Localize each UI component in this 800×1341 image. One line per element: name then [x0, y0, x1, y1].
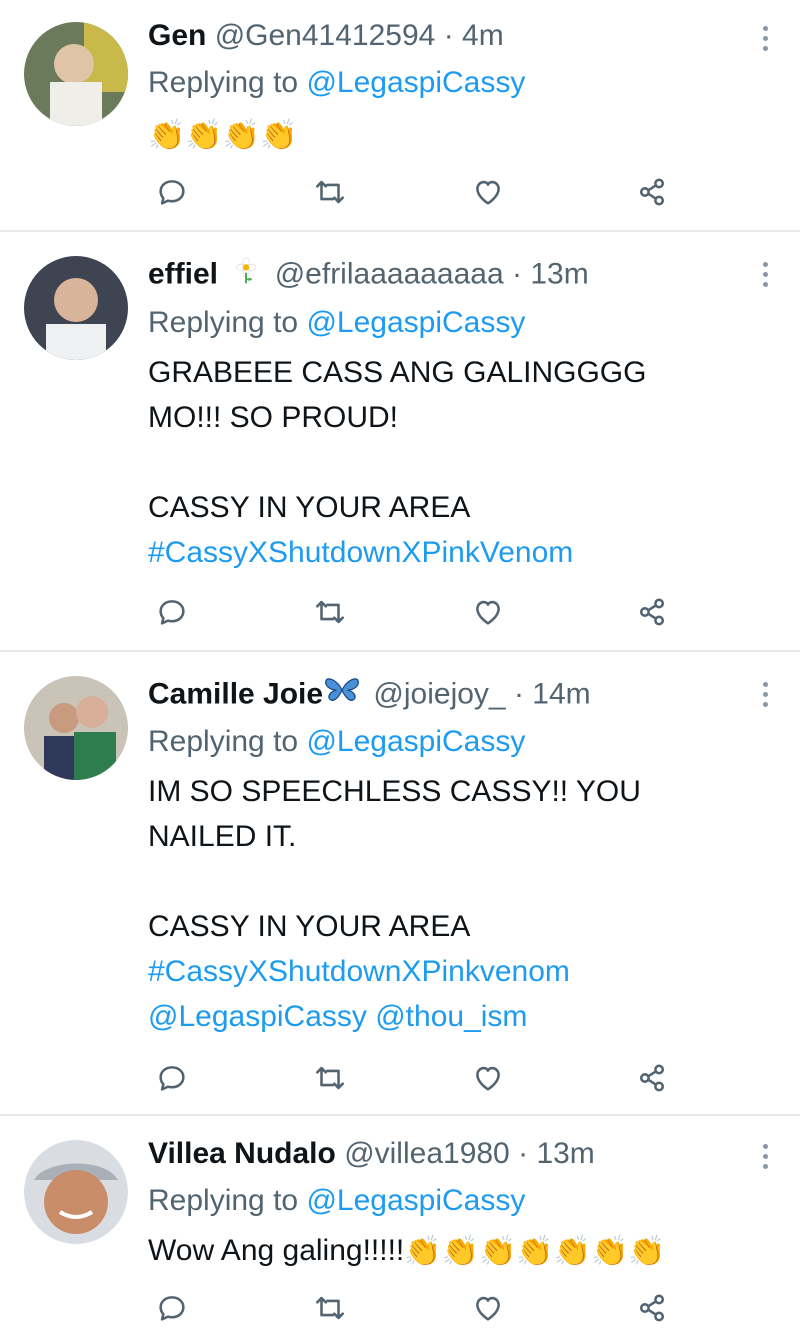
clapping-emoji: 👏👏👏👏: [148, 119, 298, 153]
tweet-header: Camille Joie @joiejoy_ · 14m: [148, 674, 591, 717]
tweet-header: effiel @efrilaaaaaaaaa · 13m: [148, 254, 589, 297]
user-handle[interactable]: @villea1980: [344, 1137, 510, 1170]
timestamp[interactable]: 4m: [462, 19, 504, 52]
tweet-villea-nudalo[interactable]: Villea Nudalo @villea1980 · 13m Replying…: [0, 1116, 800, 1341]
body-line: MO!!! SO PROUD!: [148, 401, 399, 434]
more-options-icon[interactable]: [760, 26, 770, 56]
tweet-header: Gen @Gen41412594 · 4m: [148, 16, 504, 56]
hashtag-link[interactable]: #CassyXShutdownXPinkVenom: [148, 530, 646, 575]
share-icon[interactable]: [632, 592, 672, 632]
replying-to: Replying to @LegaspiCassy: [148, 1181, 525, 1221]
body-text: Wow Ang galing!!!!!: [148, 1234, 405, 1267]
share-icon[interactable]: [632, 1288, 672, 1328]
timestamp[interactable]: 13m: [530, 257, 588, 290]
body-line: [148, 440, 646, 485]
more-options-icon[interactable]: [760, 1144, 770, 1174]
reply-icon[interactable]: [152, 1288, 192, 1328]
like-icon[interactable]: [468, 1288, 508, 1328]
tweet-effiel[interactable]: effiel @efrilaaaaaaaaa · 13m Replying to…: [0, 232, 800, 652]
retweet-icon[interactable]: [310, 1058, 350, 1098]
tweet-body: Wow Ang galing!!!!!👏👏👏👏👏👏👏: [148, 1228, 666, 1273]
tweet-header: Villea Nudalo @villea1980 · 13m: [148, 1134, 595, 1174]
like-icon[interactable]: [468, 592, 508, 632]
body-line: NAILED IT.: [148, 820, 297, 853]
user-handle[interactable]: @Gen41412594: [215, 19, 436, 52]
mention-link[interactable]: @LegaspiCassy: [306, 66, 525, 99]
tweet-actions: [148, 592, 688, 632]
replying-prefix: Replying to: [148, 1184, 307, 1217]
body-line: CASSY IN YOUR AREA: [148, 491, 471, 524]
tweet-actions: [148, 1288, 688, 1328]
display-name[interactable]: Gen: [148, 19, 206, 52]
retweet-icon[interactable]: [310, 1288, 350, 1328]
tweet-gen[interactable]: Gen @Gen41412594 · 4m Replying to @Legas…: [0, 0, 800, 232]
replying-to: Replying to @LegaspiCassy: [148, 303, 525, 343]
clapping-emoji: 👏👏👏👏👏👏👏: [404, 1235, 666, 1269]
separator-dot: ·: [443, 19, 454, 52]
mentions-link[interactable]: @LegaspiCassy @thou_ism: [148, 994, 641, 1039]
timestamp[interactable]: 14m: [532, 677, 590, 710]
display-name[interactable]: effiel: [148, 257, 218, 290]
avatar[interactable]: [24, 676, 128, 780]
body-line: CASSY IN YOUR AREA: [148, 910, 471, 943]
flower-icon: [230, 254, 262, 297]
body-line: [148, 859, 641, 904]
like-icon[interactable]: [468, 1058, 508, 1098]
tweet-actions: [148, 1058, 688, 1098]
reply-icon[interactable]: [152, 172, 192, 212]
tweet-body: GRABEEE CASS ANG GALINGGGG MO!!! SO PROU…: [148, 350, 646, 575]
more-options-icon[interactable]: [760, 262, 770, 292]
tweet-camille-joie[interactable]: Camille Joie @joiejoy_ · 14m Replying to…: [0, 652, 800, 1116]
user-handle[interactable]: @joiejoy_: [373, 677, 505, 710]
replying-prefix: Replying to: [148, 725, 307, 758]
user-handle[interactable]: @efrilaaaaaaaaa: [275, 257, 504, 290]
body-line: IM SO SPEECHLESS CASSY!! YOU: [148, 775, 641, 808]
replying-prefix: Replying to: [148, 306, 307, 339]
hashtag-link[interactable]: #CassyXShutdownXPinkvenom: [148, 949, 641, 994]
butterfly-icon: [323, 674, 361, 717]
timestamp[interactable]: 13m: [536, 1137, 594, 1170]
mention-link[interactable]: @LegaspiCassy: [306, 306, 525, 339]
tweet-actions: [148, 172, 688, 212]
display-name[interactable]: Villea Nudalo: [148, 1137, 336, 1170]
mention-link[interactable]: @LegaspiCassy: [306, 1184, 525, 1217]
tweet-body: IM SO SPEECHLESS CASSY!! YOU NAILED IT. …: [148, 769, 641, 1039]
separator-dot: ·: [513, 677, 524, 711]
display-name[interactable]: Camille Joie: [148, 677, 323, 710]
retweet-icon[interactable]: [310, 172, 350, 212]
replying-prefix: Replying to: [148, 66, 307, 99]
avatar[interactable]: [24, 22, 128, 126]
retweet-icon[interactable]: [310, 592, 350, 632]
avatar[interactable]: [24, 256, 128, 360]
like-icon[interactable]: [468, 172, 508, 212]
more-options-icon[interactable]: [760, 682, 770, 712]
body-line: GRABEEE CASS ANG GALINGGGG: [148, 356, 647, 389]
separator-dot: ·: [512, 257, 523, 291]
replying-to: Replying to @LegaspiCassy: [148, 63, 525, 103]
reply-icon[interactable]: [152, 592, 192, 632]
tweet-body: 👏👏👏👏: [148, 112, 297, 157]
share-icon[interactable]: [632, 1058, 672, 1098]
share-icon[interactable]: [632, 172, 672, 212]
separator-dot: ·: [518, 1137, 529, 1170]
reply-icon[interactable]: [152, 1058, 192, 1098]
mention-link[interactable]: @LegaspiCassy: [306, 725, 525, 758]
replying-to: Replying to @LegaspiCassy: [148, 722, 525, 762]
avatar[interactable]: [24, 1140, 128, 1244]
